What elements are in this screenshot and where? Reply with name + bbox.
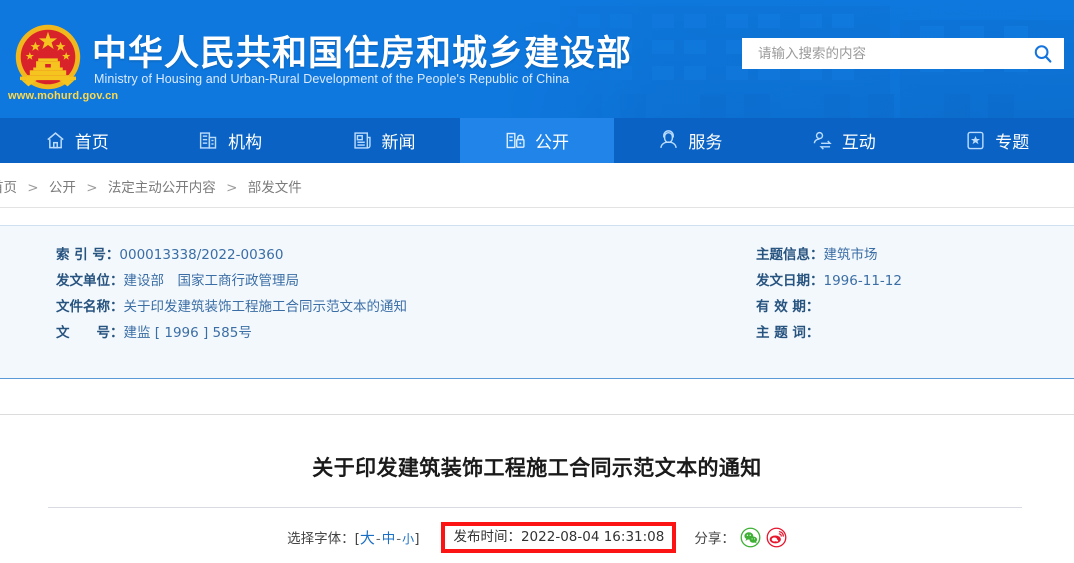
metadata-label: 发文日期： <box>756 273 824 289</box>
interaction-icon <box>813 131 832 150</box>
metadata-label: 主 题 词： <box>756 325 820 341</box>
metadata-label: 发文单位： <box>56 273 124 289</box>
site-title-english: Ministry of Housing and Urban-Rural Deve… <box>94 72 570 86</box>
nav-label: 首页 <box>74 133 109 153</box>
nav-item-interaction[interactable]: 互动 <box>767 118 920 163</box>
section-divider <box>0 414 1074 415</box>
nav-item-topics[interactable]: 专题 <box>921 118 1074 163</box>
nav-item-service[interactable]: 服务 <box>614 118 767 163</box>
wechat-icon[interactable] <box>740 527 761 548</box>
page-title: 关于印发建筑装饰工程施工合同示范文本的通知 <box>312 456 762 480</box>
nav-item-organization[interactable]: 机构 <box>153 118 306 163</box>
font-size-small-button[interactable]: 小 <box>402 532 414 546</box>
breadcrumb-item-statutory-content[interactable]: 法定主动公开内容 <box>108 180 216 196</box>
breadcrumb-separator: > <box>27 180 39 196</box>
national-emblem-icon <box>15 24 81 90</box>
font-size-medium-button[interactable]: 中 <box>382 531 396 547</box>
search-button[interactable] <box>1022 38 1064 69</box>
breadcrumb-separator: > <box>86 180 98 196</box>
breadcrumb-item-open[interactable]: 公开 <box>49 180 76 196</box>
metadata-row-keywords: 主 题 词： <box>756 320 902 346</box>
nav-label: 机构 <box>228 133 263 153</box>
nav-item-news[interactable]: 新闻 <box>307 118 460 163</box>
nav-item-open-government[interactable]: 公开 <box>460 118 614 163</box>
metadata-row-topic-info: 主题信息：建筑市场 <box>756 242 902 268</box>
nav-label: 服务 <box>688 133 723 153</box>
weibo-icon[interactable] <box>766 527 787 548</box>
metadata-label: 有 效 期： <box>756 299 820 315</box>
metadata-row-document-number: 文 号：建监 [ 1996 ] 585号 <box>56 320 407 346</box>
nav-label: 互动 <box>841 133 876 153</box>
site-title-chinese: 中华人民共和国住房和城乡建设部 <box>92 34 633 74</box>
metadata-value: 关于印发建筑装饰工程施工合同示范文本的通知 <box>123 299 408 315</box>
font-size-dash: - <box>375 530 381 547</box>
breadcrumb-item-home[interactable]: 首页 <box>0 180 17 196</box>
metadata-row-file-name: 文件名称：关于印发建筑装饰工程施工合同示范文本的通知 <box>56 294 407 320</box>
open-document-icon <box>506 132 525 149</box>
breadcrumb-bar: 首页 > 公开 > 法定主动公开内容 > 部发文件 <box>0 163 1074 208</box>
news-icon <box>353 132 371 149</box>
metadata-label: 文 号： <box>56 325 124 341</box>
search-icon <box>1034 44 1052 63</box>
article-toolbar: 选择字体：[大-中-小] 发布时间：2022-08-04 16:31:08 分享… <box>0 521 1074 553</box>
site-header: 中华人民共和国住房和城乡建设部 Ministry of Housing and … <box>0 0 1074 118</box>
metadata-row-issue-date: 发文日期：1996-11-12 <box>756 268 902 294</box>
breadcrumb-separator: > <box>226 180 238 196</box>
service-person-icon <box>660 130 678 148</box>
nav-item-home[interactable]: 首页 <box>0 118 153 163</box>
publish-time-highlighted: 发布时间：2022-08-04 16:31:08 <box>441 521 677 553</box>
building-icon <box>200 132 217 149</box>
font-size-selector: 选择字体：[大-中-小] <box>287 527 419 548</box>
metadata-value: 000013338/2022-00360 <box>119 247 284 263</box>
nav-label: 新闻 <box>381 133 416 153</box>
search-box[interactable] <box>742 38 1064 69</box>
metadata-value: 建设部 国家工商行政管理局 <box>123 273 300 289</box>
title-underline-divider <box>48 507 1022 508</box>
breadcrumb: 首页 > 公开 > 法定主动公开内容 > 部发文件 <box>0 176 302 196</box>
metadata-column-left: 索 引 号：000013338/2022-00360 发文单位：建设部 国家工商… <box>56 242 407 346</box>
font-size-large-button[interactable]: 大 <box>360 529 375 547</box>
metadata-column-right: 主题信息：建筑市场 发文日期：1996-11-12 有 效 期： 主 题 词： <box>756 242 902 346</box>
breadcrumb-item-ministry-documents[interactable]: 部发文件 <box>248 180 302 196</box>
metadata-label: 主题信息： <box>756 247 824 263</box>
site-url-label: www.mohurd.gov.cn <box>8 90 119 102</box>
star-card-icon <box>967 131 984 150</box>
share-section: 分享： <box>694 527 787 548</box>
nav-label: 公开 <box>534 133 569 153</box>
metadata-row-issuing-unit: 发文单位：建设部 国家工商行政管理局 <box>56 268 407 294</box>
document-metadata-panel: 索 引 号：000013338/2022-00360 发文单位：建设部 国家工商… <box>0 225 1074 379</box>
metadata-row-index-number: 索 引 号：000013338/2022-00360 <box>56 242 407 268</box>
nav-label: 专题 <box>995 133 1030 153</box>
share-label: 分享： <box>694 531 735 547</box>
font-size-label: 选择字体：[ <box>287 530 360 547</box>
font-size-close-bracket: ] <box>414 530 420 547</box>
metadata-value: 1996-11-12 <box>823 273 902 289</box>
metadata-value: 建筑市场 <box>823 247 878 263</box>
metadata-label: 文件名称： <box>56 299 124 315</box>
metadata-label: 索 引 号： <box>56 247 120 263</box>
main-navigation: 首页 机构 新闻 公开 服务 互动 专题 <box>0 118 1074 163</box>
font-size-dash: - <box>396 530 402 547</box>
search-input[interactable] <box>756 38 1022 69</box>
metadata-value: 建监 [ 1996 ] 585号 <box>123 325 252 341</box>
home-icon <box>47 132 64 149</box>
metadata-row-validity-period: 有 效 期： <box>756 294 902 320</box>
